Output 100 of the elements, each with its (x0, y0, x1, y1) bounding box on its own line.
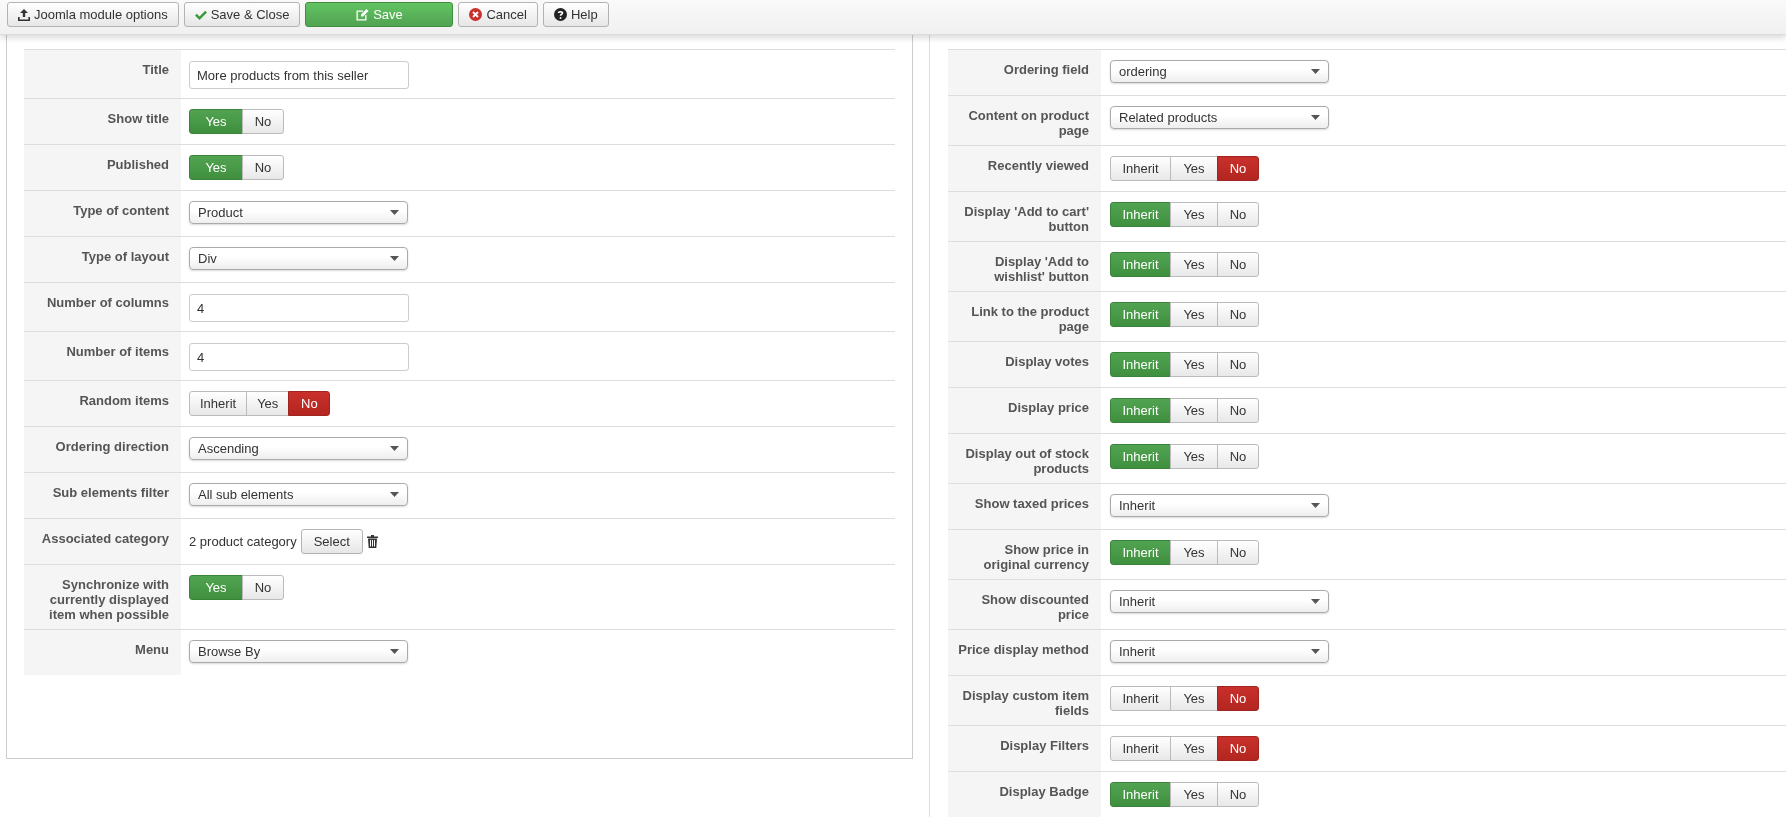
field-label: Display 'Add to wishlist' button (994, 254, 1089, 284)
toggle-option[interactable]: Inherit (1110, 736, 1171, 761)
dropdown[interactable]: Browse By (189, 640, 408, 663)
field-label: Display price (1008, 400, 1089, 415)
toggle-option[interactable]: Yes (1170, 782, 1218, 807)
caret-icon (390, 492, 399, 497)
field-label: Ordering field (1003, 62, 1089, 77)
toolbar-button[interactable]: Help (542, 2, 609, 27)
toggle-option[interactable]: No (1217, 444, 1259, 469)
caret-icon (1311, 503, 1320, 508)
toggle-option[interactable]: Yes (1170, 686, 1218, 711)
dropdown[interactable]: Ascending (189, 437, 408, 460)
toggle-option[interactable]: No (242, 575, 284, 600)
edit-icon (356, 8, 370, 21)
toggle-option[interactable]: Yes (1170, 540, 1218, 565)
field-label: Synchronize with currently displayed item when possible (49, 577, 169, 622)
caret-icon (390, 446, 399, 451)
toggle-option[interactable]: Yes (189, 109, 243, 134)
toggle-option[interactable]: No (1217, 156, 1259, 181)
dropdown[interactable]: Inherit (1110, 640, 1329, 663)
caret-icon (1311, 69, 1320, 74)
caret-icon (1311, 599, 1320, 604)
toggle-option[interactable]: No (1217, 736, 1259, 761)
field-label: Show title (107, 111, 169, 126)
toggle-option[interactable]: No (1217, 398, 1259, 423)
caret-icon (390, 649, 399, 654)
field-label: Type of layout (81, 249, 169, 264)
toggle-option[interactable]: Yes (246, 391, 290, 416)
toggle-option[interactable]: Yes (189, 155, 243, 180)
toggle-option[interactable]: No (288, 391, 331, 416)
caret-icon (1311, 649, 1320, 654)
caret-icon (1311, 115, 1320, 120)
field-label: Display out of stock products (965, 446, 1089, 476)
toggle-option[interactable]: Yes (1170, 202, 1218, 227)
dropdown[interactable]: Inherit (1110, 590, 1329, 613)
toggle-option[interactable]: No (1217, 540, 1259, 565)
field-label: Display Badge (999, 784, 1089, 799)
toggle-option[interactable]: No (1217, 782, 1259, 807)
toggle-option[interactable]: Inherit (1110, 398, 1171, 423)
field-label: Content on product page (968, 108, 1089, 138)
toggle-option[interactable]: Inherit (1110, 302, 1171, 327)
text-field[interactable]: More products from this seller (189, 61, 409, 89)
toggle-option[interactable]: No (1217, 252, 1259, 277)
toolbar-button[interactable]: Cancel (458, 2, 538, 27)
field-label: Associated category (41, 531, 169, 546)
field-label: Type of content (73, 203, 169, 218)
field-label: Number of columns (46, 295, 169, 310)
field-label: Show discounted price (981, 592, 1089, 622)
toggle-option[interactable]: Inherit (189, 391, 248, 416)
dropdown[interactable]: Inherit (1110, 494, 1329, 517)
dropdown[interactable]: ordering (1110, 60, 1329, 83)
field-label: Ordering direction (55, 439, 169, 454)
field-label: Random items (79, 393, 169, 408)
toggle-option[interactable]: Inherit (1110, 686, 1171, 711)
toggle-option[interactable]: No (242, 155, 284, 180)
toggle-option[interactable]: Yes (1170, 156, 1218, 181)
toggle-option[interactable]: Yes (1170, 736, 1218, 761)
caret-icon (390, 210, 399, 215)
toggle-option[interactable]: No (1217, 686, 1259, 711)
text-field[interactable]: 4 (189, 343, 409, 371)
upload-icon (18, 8, 30, 21)
toggle-option[interactable]: No (1217, 302, 1259, 327)
toggle-option[interactable]: Yes (1170, 252, 1218, 277)
toggle-option[interactable]: Inherit (1110, 156, 1171, 181)
toggle-option[interactable]: Yes (1170, 398, 1218, 423)
toggle-option[interactable]: Inherit (1110, 444, 1171, 469)
field-label: Display Filters (1000, 738, 1089, 753)
toggle-option[interactable]: Yes (1170, 352, 1218, 377)
toggle-option[interactable]: Yes (1170, 444, 1218, 469)
dropdown[interactable]: Div (189, 247, 408, 270)
category-value: 2 product category (189, 534, 297, 549)
toggle-option[interactable]: No (1217, 352, 1259, 377)
check-icon (194, 9, 207, 20)
toggle-option[interactable]: No (1217, 202, 1259, 227)
trash-icon[interactable] (366, 535, 378, 548)
toggle-option[interactable]: No (242, 109, 284, 134)
field-label: Recently viewed (987, 158, 1089, 173)
select-button[interactable]: Select (300, 529, 363, 554)
field-label: Show taxed prices (974, 496, 1089, 511)
dropdown[interactable]: Product (189, 201, 408, 224)
dropdown[interactable]: Related products (1110, 106, 1329, 129)
field-label: Published (106, 157, 169, 172)
toolbar-button[interactable]: Save & Close (183, 2, 301, 27)
toggle-option[interactable]: Inherit (1110, 252, 1171, 277)
dropdown[interactable]: All sub elements (189, 483, 408, 506)
caret-icon (390, 256, 399, 261)
toggle-option[interactable]: Inherit (1110, 202, 1171, 227)
toggle-option[interactable]: Yes (1170, 302, 1218, 327)
field-label: Title (142, 62, 169, 77)
field-label: Display votes (1005, 354, 1089, 369)
toggle-option[interactable]: Inherit (1110, 540, 1171, 565)
field-label: Show price in original currency (983, 542, 1089, 572)
field-label: Display custom item fields (962, 688, 1089, 718)
toolbar-button[interactable]: Joomla module options (7, 2, 179, 27)
toggle-option[interactable]: Yes (189, 575, 243, 600)
field-label: Price display method (958, 642, 1089, 657)
text-field[interactable]: 4 (189, 294, 409, 322)
toggle-option[interactable]: Inherit (1110, 782, 1171, 807)
toggle-option[interactable]: Inherit (1110, 352, 1171, 377)
field-label: Link to the product page (971, 304, 1089, 334)
